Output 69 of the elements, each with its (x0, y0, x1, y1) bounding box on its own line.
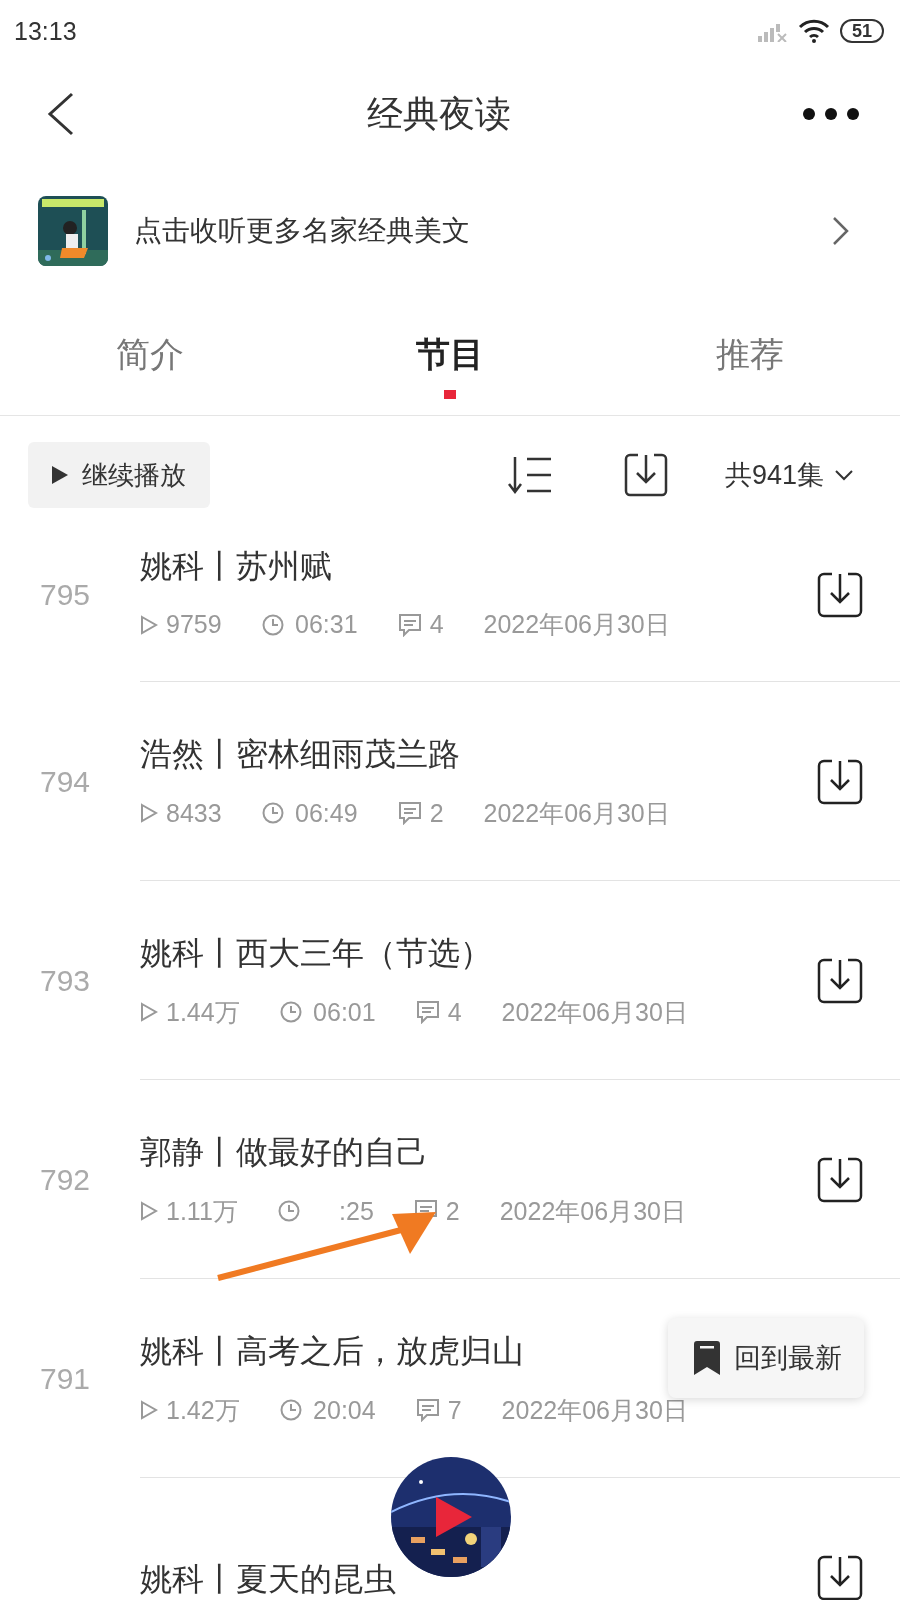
episode-title[interactable]: 姚科丨西大三年（节选） (140, 936, 492, 972)
episode-number: 792 (40, 1162, 91, 1196)
episode-title[interactable]: 姚科丨高考之后，放虎归山 (140, 1334, 524, 1370)
play-count-icon (140, 614, 158, 635)
comment-count: 2 (445, 1196, 460, 1226)
tab[interactable]: 推荐 (600, 300, 900, 415)
download-icon[interactable] (816, 757, 864, 806)
episode-number: 791 (40, 1361, 91, 1395)
clock-icon (261, 613, 284, 636)
clock-icon (279, 1001, 302, 1024)
play-count: 9759 (166, 610, 222, 640)
episode-title[interactable]: 姚科丨夏天的昆虫 (140, 1561, 396, 1598)
comment-icon (397, 612, 422, 637)
back-icon[interactable] (46, 92, 76, 136)
page-title: 经典夜读 (366, 91, 512, 136)
play-count: 1.42万 (166, 1394, 240, 1426)
episode-number: 794 (40, 764, 91, 798)
comment-count: 4 (429, 610, 444, 640)
duration: 06:49 (294, 798, 358, 828)
publish-date: 2022年06月30日 (499, 1195, 686, 1227)
publish-date: 2022年06月30日 (483, 797, 670, 829)
clock-icon (277, 1200, 300, 1223)
play-count: 1.11万 (166, 1195, 238, 1227)
clock-icon (279, 1399, 302, 1422)
play-icon[interactable] (436, 1497, 472, 1537)
comment-count: 7 (447, 1395, 462, 1425)
episode-number: 795 (40, 578, 91, 611)
episode-title[interactable]: 郭静丨做最好的自己 (140, 1135, 428, 1171)
publish-date: 2022年06月30日 (483, 609, 670, 641)
play-count-icon (140, 803, 158, 824)
tab[interactable]: 节目 (300, 300, 600, 415)
play-count-icon (140, 1002, 158, 1023)
download-icon[interactable] (622, 452, 669, 498)
wifi-icon (797, 19, 830, 43)
battery-icon: 51 (839, 19, 884, 43)
episode-title[interactable]: 姚科丨苏州赋 (140, 548, 332, 585)
more-icon[interactable] (802, 107, 860, 121)
sort-icon[interactable] (506, 455, 553, 495)
banner-text[interactable]: 点击收听更多名家经典美文 (134, 212, 806, 250)
download-icon[interactable] (816, 1553, 864, 1600)
comment-count: 4 (447, 997, 462, 1027)
episode-number: 793 (40, 963, 91, 997)
play-count: 8433 (166, 798, 222, 828)
chevron-right-icon[interactable] (832, 216, 850, 246)
publish-date: 2022年06月30日 (501, 996, 688, 1028)
comment-icon (415, 1398, 440, 1423)
back-to-latest-button[interactable]: 回到最新 (668, 1318, 864, 1398)
bookmark-icon (694, 1341, 720, 1375)
episode-count-dropdown[interactable]: 共941集 (724, 457, 854, 493)
play-count-icon (140, 1400, 158, 1421)
chevron-down-icon (834, 469, 854, 481)
comment-count: 2 (429, 798, 444, 828)
continue-play-button[interactable]: 继续播放 (28, 442, 210, 508)
download-icon[interactable] (816, 571, 864, 619)
status-time: 13:13 (14, 16, 78, 46)
episode-title[interactable]: 浩然丨密林细雨茂兰路 (140, 737, 460, 773)
comment-icon (397, 801, 422, 826)
play-count: 1.44万 (166, 996, 240, 1028)
download-icon[interactable] (816, 1155, 864, 1204)
play-count-icon (140, 1201, 158, 1222)
tab[interactable]: 简介 (0, 300, 300, 415)
duration: 06:01 (312, 997, 376, 1027)
comment-icon (415, 1000, 440, 1025)
duration: :25 (338, 1196, 374, 1226)
play-icon (52, 466, 68, 484)
duration: 06:31 (294, 610, 358, 640)
clock-icon (261, 802, 284, 825)
download-icon[interactable] (816, 956, 864, 1005)
duration: 20:04 (312, 1395, 376, 1425)
